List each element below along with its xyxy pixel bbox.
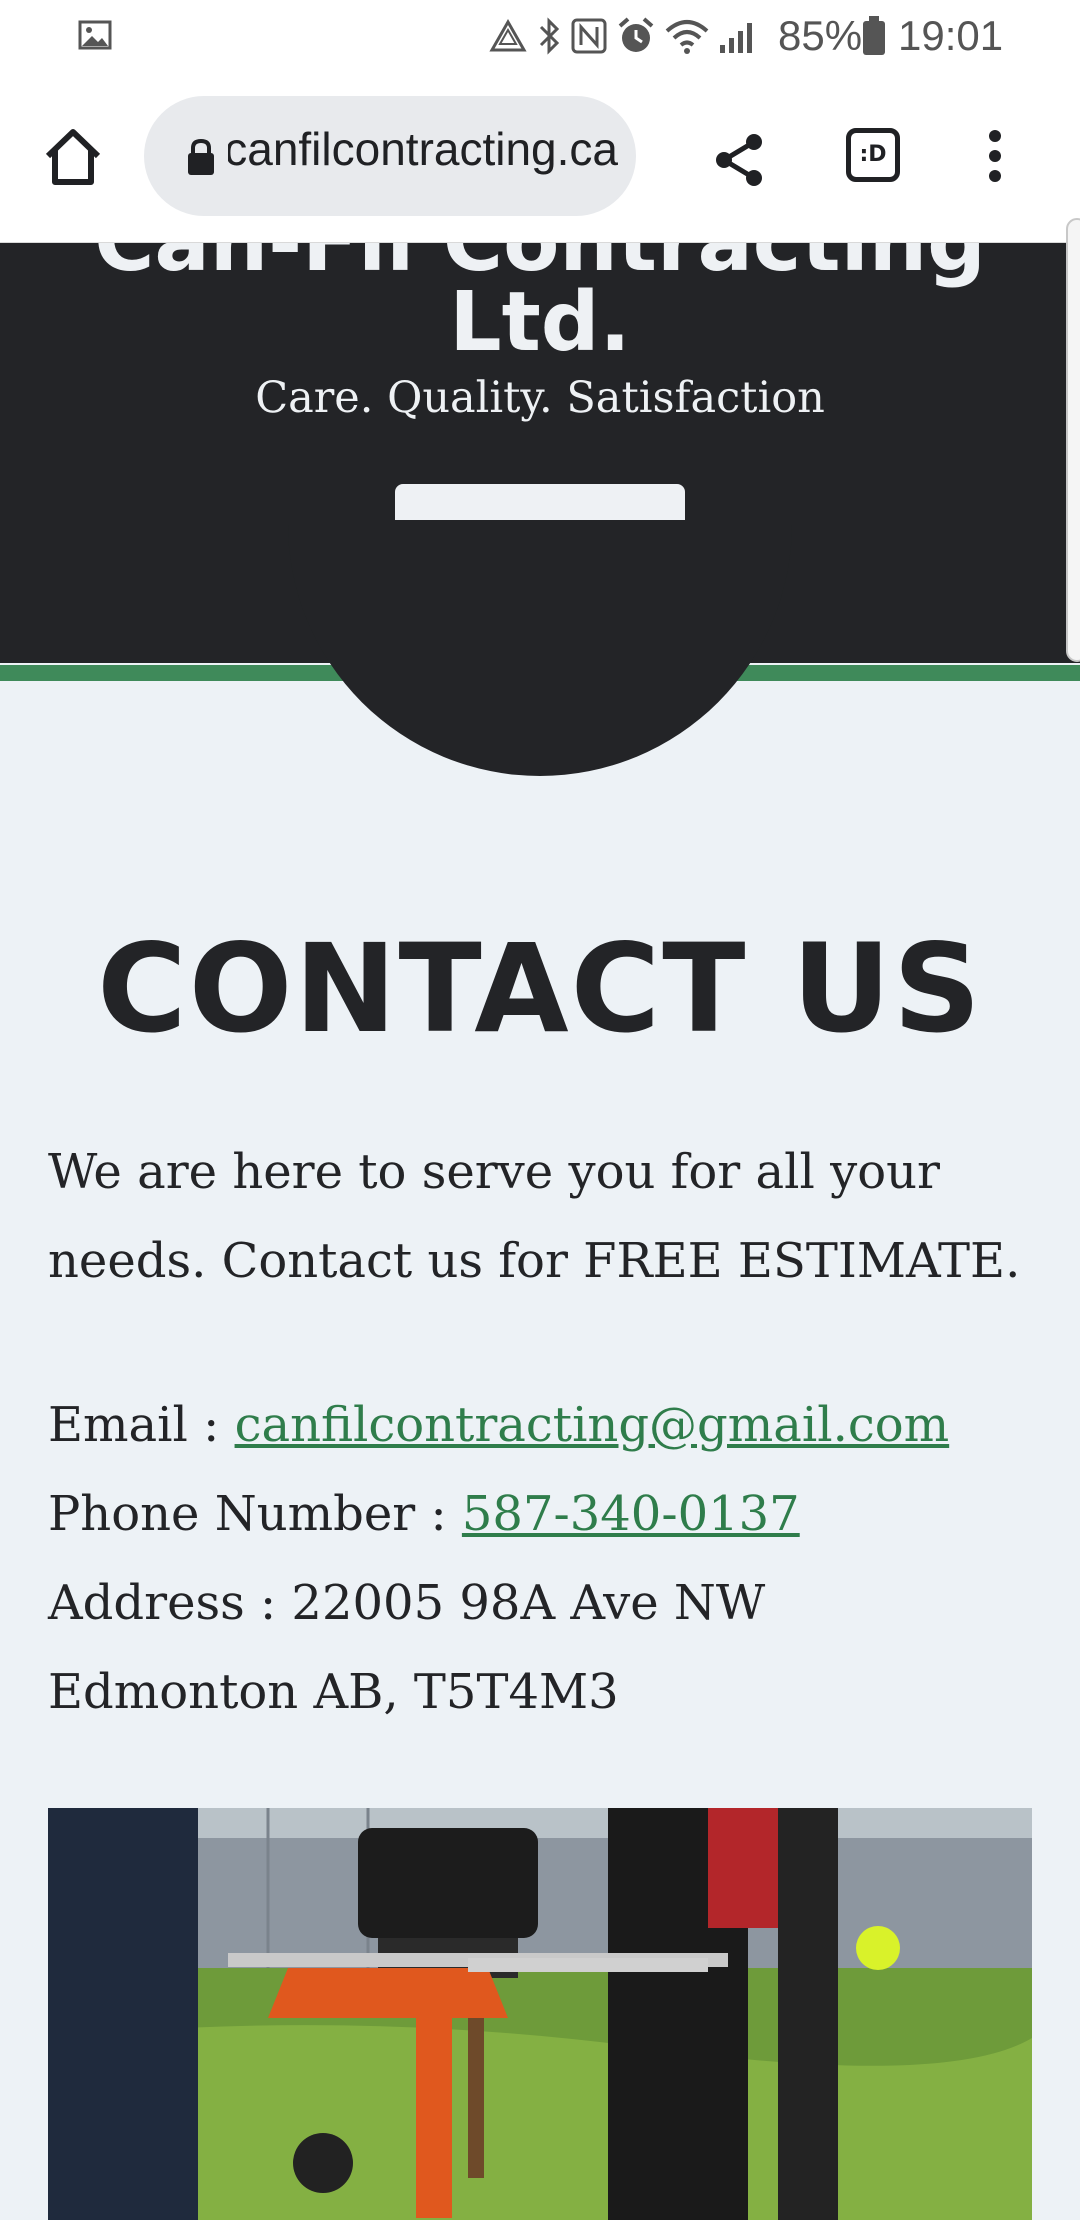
bluetooth-icon xyxy=(539,17,560,55)
address-line-1: Address : 22005 98A Ave NW xyxy=(48,1575,766,1631)
tabs-icon[interactable]: :D xyxy=(846,128,900,182)
phone-line: Phone Number : 587-340-0137 xyxy=(48,1470,1038,1559)
recycle-icon xyxy=(489,18,527,52)
more-vert-icon[interactable] xyxy=(985,128,1005,184)
email-link[interactable]: canfilcontracting@gmail.com xyxy=(235,1397,950,1453)
status-icons xyxy=(488,14,758,58)
email-line: Email : canfilcontracting@gmail.com xyxy=(48,1381,1038,1470)
scrollbar[interactable] xyxy=(1066,218,1080,662)
site-title-suffix[interactable]: Ltd. xyxy=(0,275,1080,370)
url-text: canfilcontracting.ca xyxy=(228,123,618,175)
address-bar[interactable]: canfilcontracting.ca xyxy=(144,96,636,216)
battery-percentage: 85% xyxy=(778,12,863,59)
lock-icon xyxy=(188,138,214,175)
intro-text: We are here to serve you for all your ne… xyxy=(48,1144,1021,1289)
email-label: Email : xyxy=(48,1397,235,1453)
browser-toolbar: canfilcontracting.ca :D xyxy=(0,72,1080,243)
phone-label: Phone Number : xyxy=(48,1486,462,1542)
wifi-icon xyxy=(665,20,709,54)
header-half-circle xyxy=(288,520,792,776)
battery-icon xyxy=(863,16,885,55)
alarm-icon xyxy=(618,17,654,52)
image-icon xyxy=(78,20,112,50)
home-icon[interactable] xyxy=(40,124,106,190)
clock: 19:01 xyxy=(898,12,1004,59)
contact-content: We are here to serve you for all your ne… xyxy=(48,1128,1038,1737)
address-line-2: Edmonton AB, T5T4M3 xyxy=(48,1664,619,1720)
site-tagline: Care. Quality. Satisfaction xyxy=(255,373,825,423)
status-bar: 85% 19:01 xyxy=(0,0,1080,72)
signal-icon xyxy=(720,23,752,53)
contractors-photo xyxy=(48,1808,1032,2220)
nfc-icon xyxy=(571,18,607,54)
page-title: CONTACT US xyxy=(97,918,983,1060)
share-icon[interactable] xyxy=(710,130,770,190)
phone-link[interactable]: 587-340-0137 xyxy=(462,1486,800,1542)
